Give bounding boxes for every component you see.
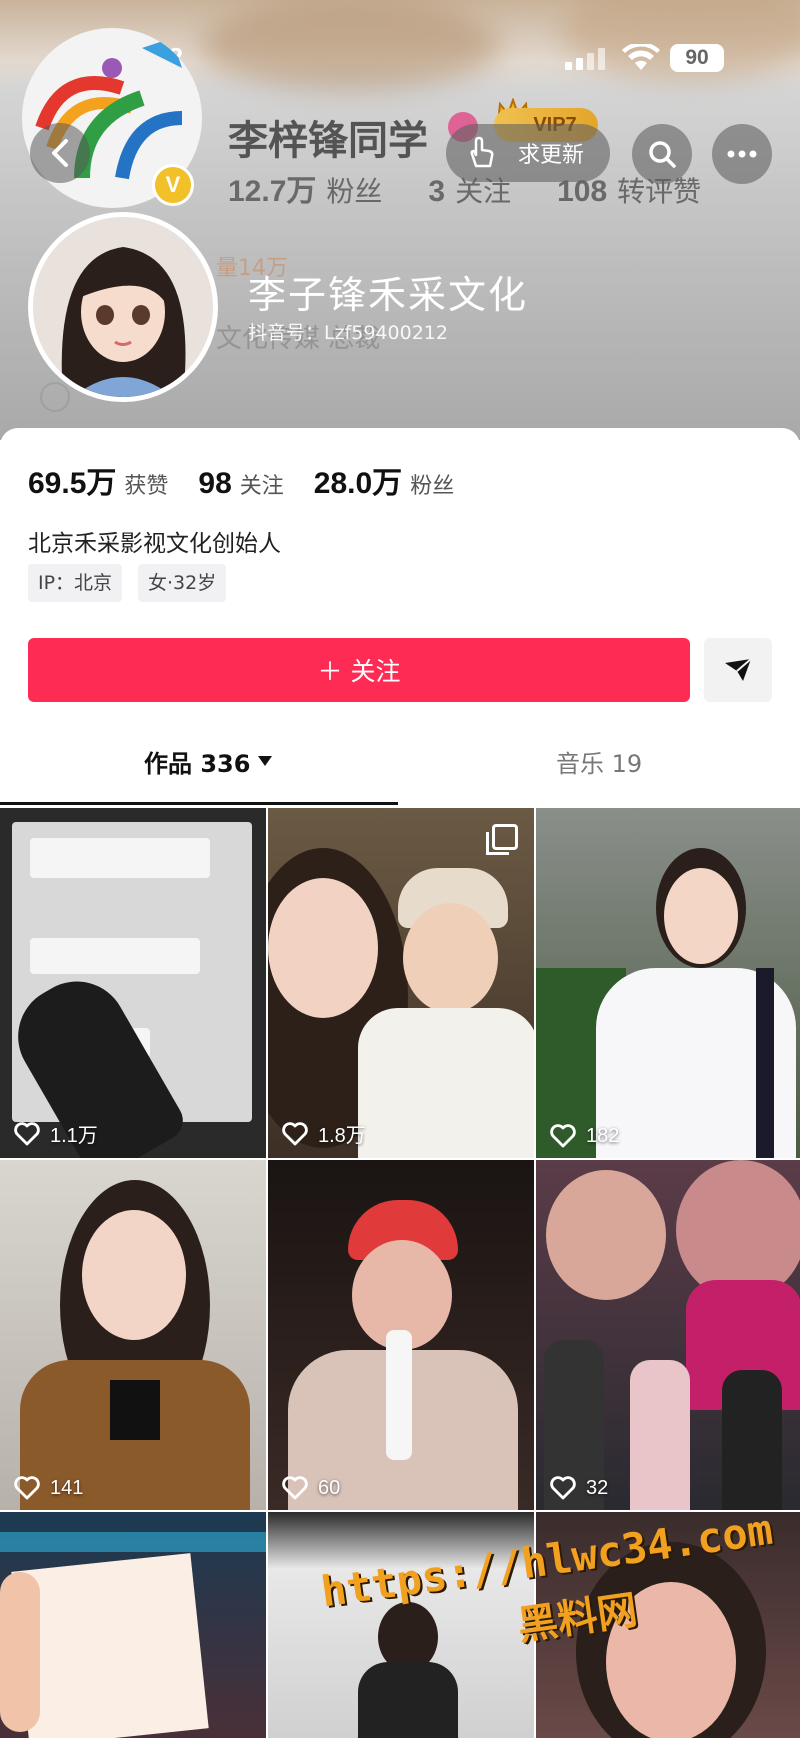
following-label[interactable]: 关注: [240, 468, 284, 500]
content-tabs: 作品 336 音乐 19: [0, 728, 800, 794]
douyin-id[interactable]: 抖音号：Lzf59400212: [248, 318, 448, 345]
tab-works-label: 作品 336: [144, 749, 251, 778]
video-thumbnail[interactable]: 1.8万: [268, 808, 534, 1158]
multi-image-icon: [486, 824, 518, 855]
like-count: 60: [282, 1476, 340, 1500]
like-count: 1.8万: [282, 1119, 366, 1148]
heart-icon: [282, 1121, 308, 1145]
caret-down-icon: [258, 756, 273, 766]
request-update-label: 求更新: [518, 143, 585, 168]
video-thumbnail[interactable]: 141: [0, 1160, 266, 1510]
search-button[interactable]: [632, 124, 692, 184]
heart-icon: [550, 1124, 576, 1148]
likes-label: 获赞: [124, 474, 169, 499]
video-thumbnail[interactable]: 182: [536, 808, 800, 1158]
follow-button[interactable]: ＋ 关注: [28, 638, 690, 702]
like-count: 1.1万: [14, 1119, 98, 1148]
video-thumbnail[interactable]: 1.1万: [0, 808, 266, 1158]
back-icon: [52, 139, 68, 167]
background-profile-name: 李梓锋同学: [228, 118, 428, 164]
video-thumbnail[interactable]: 32: [536, 1160, 800, 1510]
like-count: 32: [550, 1476, 608, 1500]
tab-music-label: 音乐 19: [556, 749, 643, 778]
verified-badge-icon: V: [152, 164, 194, 206]
fans-label[interactable]: 粉丝: [410, 468, 454, 500]
profile-stats: 69.5万 获赞 98 关注 28.0万 粉丝: [28, 458, 484, 502]
following-count[interactable]: 98: [198, 467, 231, 501]
heart-icon: [14, 1121, 40, 1145]
profile-header: 11:32 90 V 李梓锋同学 V: [0, 0, 800, 440]
back-button[interactable]: [30, 123, 90, 183]
search-icon: [649, 141, 676, 168]
heart-icon: [550, 1476, 576, 1500]
tab-active-indicator: [0, 802, 398, 805]
hand-pointer-icon: [470, 136, 494, 168]
background-ghost-icon: [40, 382, 70, 412]
more-button[interactable]: [712, 124, 772, 184]
wifi-icon: [622, 44, 660, 70]
cellular-signal-icon: [565, 48, 609, 70]
like-count: 182: [550, 1124, 619, 1148]
fans-count[interactable]: 28.0万: [314, 458, 402, 502]
ip-tag: IP：北京: [28, 564, 123, 602]
send-icon: [725, 658, 752, 681]
video-thumbnail[interactable]: [0, 1512, 266, 1738]
background-fans-count: 12.7万: [228, 175, 317, 208]
likes-count: 69.5万: [28, 467, 117, 500]
battery-indicator: 90: [670, 44, 724, 72]
profile-bio: 北京禾采影视文化创始人: [28, 531, 281, 557]
avatar[interactable]: [28, 212, 218, 402]
more-icon: [727, 150, 757, 158]
tab-works[interactable]: 作品 336: [144, 728, 273, 794]
profile-nickname: 李子锋禾采文化: [248, 273, 529, 317]
video-thumbnail[interactable]: 60: [268, 1160, 534, 1510]
tab-music[interactable]: 音乐 19: [556, 728, 642, 794]
message-button[interactable]: [704, 638, 772, 702]
heart-icon: [282, 1476, 308, 1500]
gender-age-tag: 女·32岁: [138, 564, 227, 602]
background-fans-label: 粉丝: [326, 175, 383, 208]
request-update-button[interactable]: 求更新: [446, 124, 610, 182]
background-following-count: 3: [428, 175, 446, 208]
like-count: 141: [14, 1476, 83, 1500]
heart-icon: [14, 1476, 40, 1500]
